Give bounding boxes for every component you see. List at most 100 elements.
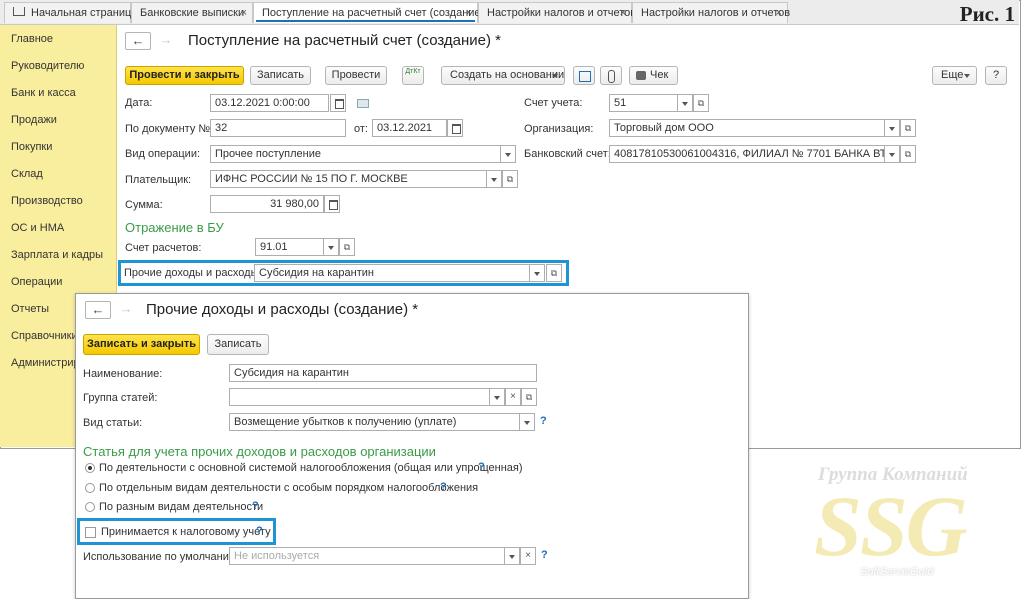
group-field[interactable] bbox=[229, 388, 491, 406]
sidebar-item-director[interactable]: Руководителю bbox=[11, 60, 84, 72]
sidebar-item-warehouse[interactable]: Склад bbox=[11, 168, 43, 180]
radio-various-activities-label: По разным видам деятельности bbox=[99, 501, 264, 513]
clear-icon[interactable]: × bbox=[520, 547, 536, 565]
receipt-check-button[interactable]: Чек bbox=[629, 66, 678, 85]
close-icon[interactable]: × bbox=[466, 3, 472, 24]
date-field[interactable]: 03.12.2021 0:00:00 bbox=[210, 94, 329, 112]
sidebar-item-production[interactable]: Производство bbox=[11, 195, 83, 207]
back-button[interactable]: ← bbox=[125, 32, 151, 50]
tab-tax-settings-1[interactable]: Настройки налогов и отчетов × bbox=[478, 2, 636, 24]
tab-bank-statements[interactable]: Банковские выписки × bbox=[131, 2, 253, 23]
account-field[interactable]: 51 bbox=[609, 94, 679, 112]
help-icon[interactable]: ? bbox=[252, 500, 259, 512]
forward-button[interactable]: → bbox=[153, 32, 179, 50]
chevron-down-icon[interactable] bbox=[884, 145, 900, 163]
radio-various-activities[interactable] bbox=[85, 502, 95, 512]
open-icon[interactable]: ⧉ bbox=[502, 170, 518, 188]
save-button[interactable]: Записать bbox=[250, 66, 311, 85]
highlight-frame bbox=[77, 518, 276, 545]
sidebar-item-reports[interactable]: Отчеты bbox=[11, 303, 49, 315]
structure-icon[interactable] bbox=[573, 66, 595, 85]
date-label: Дата: bbox=[125, 97, 153, 109]
receipt-icon bbox=[636, 71, 646, 80]
sidebar-item-sales[interactable]: Продажи bbox=[11, 114, 57, 126]
article-kind-label: Вид статьи: bbox=[83, 417, 143, 429]
tab-tax-settings-2[interactable]: Настройки налогов и отчетов × bbox=[632, 2, 790, 24]
open-icon[interactable]: ⧉ bbox=[521, 388, 537, 406]
chevron-down-icon[interactable] bbox=[323, 238, 339, 256]
operation-type-select[interactable]: Прочее поступление bbox=[210, 145, 502, 163]
post-button[interactable]: Провести bbox=[325, 66, 387, 85]
open-icon[interactable]: ⧉ bbox=[900, 119, 916, 137]
save-and-close-button[interactable]: Записать и закрыть bbox=[83, 334, 200, 355]
bank-account-field[interactable]: 40817810530061004316, ФИЛИАЛ № 7701 БАНК… bbox=[609, 145, 886, 163]
payer-field[interactable]: ИФНС РОССИИ № 15 ПО Г. МОСКВЕ bbox=[210, 170, 488, 188]
doc-date-label: от: bbox=[354, 123, 368, 135]
doc-number-label: По документу №: bbox=[125, 123, 214, 135]
doc-date-field[interactable]: 03.12.2021 bbox=[372, 119, 447, 137]
chevron-down-icon[interactable] bbox=[677, 94, 693, 112]
sidebar-item-salary[interactable]: Зарплата и кадры bbox=[11, 249, 103, 261]
default-usage-field[interactable]: Не используется bbox=[229, 547, 506, 565]
help-icon[interactable]: ? bbox=[478, 461, 485, 473]
open-icon[interactable]: ⧉ bbox=[339, 238, 355, 256]
doc-number-field[interactable]: 32 bbox=[210, 119, 346, 137]
settlement-account-field[interactable]: 91.01 bbox=[255, 238, 325, 256]
chevron-down-icon[interactable] bbox=[504, 547, 520, 565]
comment-icon[interactable] bbox=[357, 99, 369, 108]
chevron-down-icon[interactable] bbox=[486, 170, 502, 188]
close-icon[interactable]: × bbox=[241, 3, 247, 24]
radio-main-taxation-label: По деятельности с основной системой нало… bbox=[99, 462, 523, 474]
more-button[interactable]: Еще bbox=[932, 66, 977, 85]
name-field[interactable]: Субсидия на карантин bbox=[229, 364, 537, 382]
sidebar-item-bank[interactable]: Банк и касса bbox=[11, 87, 76, 99]
radio-special-taxation-label: По отдельным видам деятельности с особым… bbox=[99, 482, 479, 494]
chevron-down-icon[interactable] bbox=[884, 119, 900, 137]
calculator-icon[interactable] bbox=[324, 195, 340, 213]
close-icon[interactable]: × bbox=[620, 3, 626, 24]
default-usage-label: Использование по умолчанию: bbox=[83, 551, 241, 563]
sidebar-item-assets[interactable]: ОС и НМА bbox=[11, 222, 64, 234]
open-icon[interactable]: ⧉ bbox=[900, 145, 916, 163]
sidebar-item-purchases[interactable]: Покупки bbox=[11, 141, 52, 153]
sidebar-item-operations[interactable]: Операции bbox=[11, 276, 62, 288]
section-accounting: Отражение в БУ bbox=[125, 220, 224, 235]
help-button[interactable]: ? bbox=[985, 66, 1007, 85]
paperclip-icon[interactable] bbox=[600, 66, 622, 85]
home-icon bbox=[13, 7, 25, 16]
article-kind-select[interactable]: Возмещение убытков к получению (уплате) bbox=[229, 413, 520, 431]
calendar-icon[interactable] bbox=[330, 94, 346, 112]
other-income-dialog: ← → Прочие доходы и расходы (создание) *… bbox=[75, 293, 749, 599]
open-icon[interactable]: ⧉ bbox=[693, 94, 709, 112]
chevron-down-icon bbox=[552, 74, 558, 78]
close-icon[interactable]: × bbox=[776, 3, 782, 24]
chevron-down-icon[interactable] bbox=[519, 413, 535, 431]
clear-icon[interactable]: × bbox=[505, 388, 521, 406]
bank-account-label: Банковский счет: bbox=[524, 148, 611, 160]
chevron-down-icon[interactable] bbox=[500, 145, 516, 163]
tab-receipt[interactable]: Поступление на расчетный счет (создание)… bbox=[253, 2, 492, 24]
calendar-icon[interactable] bbox=[447, 119, 463, 137]
dtkt-icon[interactable]: ДтКт bbox=[402, 66, 424, 85]
section-article: Статья для учета прочих доходов и расход… bbox=[83, 444, 436, 459]
help-icon[interactable]: ? bbox=[440, 481, 447, 493]
page-title: Поступление на расчетный счет (создание)… bbox=[188, 32, 502, 49]
sum-field[interactable]: 31 980,00 bbox=[210, 195, 324, 213]
help-icon[interactable]: ? bbox=[540, 415, 547, 427]
sidebar-item-main[interactable]: Главное bbox=[11, 33, 53, 45]
help-icon[interactable]: ? bbox=[541, 549, 548, 561]
chevron-down-icon[interactable] bbox=[489, 388, 505, 406]
name-label: Наименование: bbox=[83, 368, 163, 380]
group-label: Группа статей: bbox=[83, 392, 158, 404]
save-button[interactable]: Записать bbox=[207, 334, 269, 355]
organization-field[interactable]: Торговый дом ООО bbox=[609, 119, 886, 137]
watermark-line2: SoftServisGold bbox=[860, 566, 934, 578]
sidebar-item-catalogs[interactable]: Справочники bbox=[11, 330, 78, 342]
create-based-on-button[interactable]: Создать на основании bbox=[441, 66, 565, 85]
back-button[interactable]: ← bbox=[85, 301, 111, 319]
radio-special-taxation[interactable] bbox=[85, 483, 95, 493]
radio-main-taxation[interactable] bbox=[85, 463, 95, 473]
tab-home[interactable]: Начальная страница bbox=[4, 2, 137, 23]
forward-button[interactable]: → bbox=[113, 301, 139, 319]
post-and-close-button[interactable]: Провести и закрыть bbox=[125, 66, 244, 85]
